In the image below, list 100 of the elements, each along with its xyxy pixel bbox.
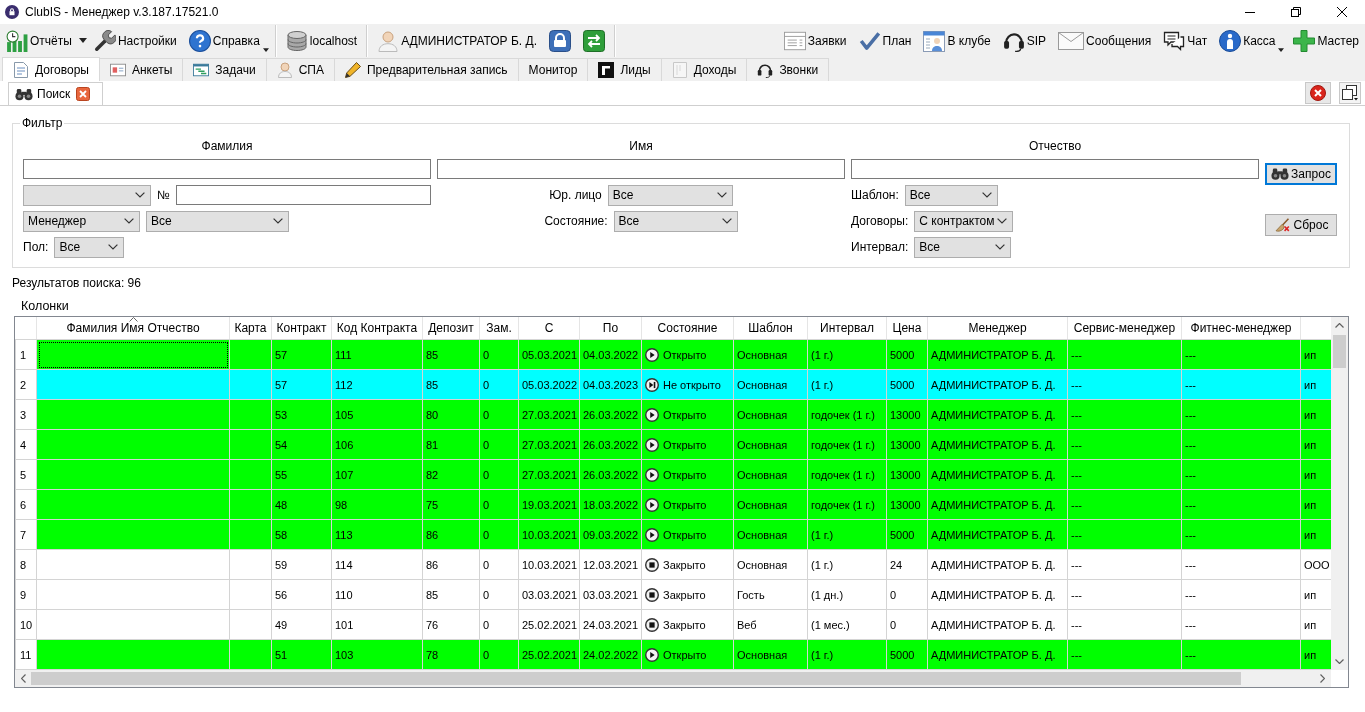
column-header[interactable]: Менеджер — [927, 317, 1068, 340]
table-cell[interactable] — [36, 339, 230, 370]
toolbar-button[interactable]: Сообщения — [1054, 25, 1156, 56]
action-button[interactable]: Запрос — [1265, 163, 1337, 185]
toolbar-button[interactable]: localhost — [281, 25, 362, 56]
table-row[interactable]: 4 54 106 81 0 27.03.2021 26.03.2022 Открыто Основная годочек (1 г.) 13000 АДМИНИСТРАТОР Б. Д. --- --- ип — [15, 429, 1331, 460]
dropdown[interactable]: С контрактом — [914, 210, 1014, 232]
close-icon[interactable] — [76, 87, 91, 101]
table-row[interactable]: 8 59 114 86 0 10.03.2021 12.03.2021 Закрыто Основная (1 г.) 24 АДМИНИСТРАТОР Б. Д. --- --- ООО — [15, 549, 1331, 580]
table-row[interactable]: 5 55 107 82 0 27.03.2021 26.03.2022 Открыто Основная годочек (1 г.) 13000 АДМИНИСТРАТОР Б. Д. --- --- ип — [15, 459, 1331, 490]
table-cell[interactable] — [36, 459, 230, 490]
status-text: Закрыто — [663, 618, 706, 631]
table-row[interactable]: 1 57 111 85 0 05.03.2021 04.03.2022 Открыто Основная (1 г.) 5000 АДМИНИСТРАТОР Б. Д. --- --- ип — [15, 339, 1331, 370]
table-row[interactable]: 2 57 112 85 0 05.03.2022 04.03.2023 Не открыто Основная (1 г.) 5000 АДМИНИСТРАТОР Б. Д. --- --- ип — [15, 369, 1331, 400]
table-cell[interactable] — [36, 609, 230, 640]
dropdown[interactable]: Все — [607, 184, 733, 206]
column-header[interactable]: Зам. — [479, 317, 519, 340]
dropdown[interactable]: Все — [613, 210, 738, 232]
toolbar-button[interactable]: АДМИНИСТРАТОР Б. Д. — [373, 25, 541, 56]
toolbar-button[interactable]: В клубе — [919, 25, 995, 56]
headset-icon — [757, 62, 774, 78]
text-field[interactable] — [23, 159, 431, 179]
column-header[interactable]: Шаблон — [733, 317, 808, 340]
column-header[interactable]: С — [518, 317, 580, 340]
window-menu-button[interactable] — [1339, 82, 1361, 104]
play-icon — [645, 527, 659, 542]
table-cell: 0 — [479, 459, 519, 490]
table-row[interactable]: 9 56 110 85 0 03.03.2021 03.03.2021 Закрыто Гость (1 дн.) 0 АДМИНИСТРАТОР Б. Д. --- --- ип — [15, 579, 1331, 610]
table-cell: 09.03.2022 — [579, 519, 642, 550]
table-row[interactable]: 11 51 103 78 0 25.02.2021 24.02.2022 Открыто Основная (1 г.) 5000 АДМИНИСТРАТОР Б. Д. --- --- ип — [15, 639, 1331, 670]
tab[interactable]: Поиск — [8, 82, 104, 105]
field-label: Состояние: — [544, 214, 608, 228]
chevron-right-icon[interactable] — [1320, 674, 1325, 683]
dropdown[interactable]: Все — [904, 184, 998, 206]
dropdown[interactable]: Все — [146, 210, 289, 232]
text-field[interactable] — [175, 185, 431, 205]
toolbar-button[interactable]: Чат — [1159, 25, 1212, 56]
scrollbar-thumb[interactable] — [31, 672, 1241, 685]
column-header[interactable]: Контракт — [271, 317, 332, 340]
toolbar-button[interactable]: Заявки — [779, 25, 851, 56]
table-cell: АДМИНИСТРАТОР Б. Д. — [927, 489, 1068, 520]
field-label: № — [157, 188, 170, 202]
column-header[interactable]: Депозит — [422, 317, 480, 340]
text-field[interactable] — [851, 159, 1259, 179]
tab[interactable]: Лиды — [587, 58, 662, 81]
close-button[interactable] — [1305, 82, 1331, 104]
column-header[interactable]: Фитнес-менеджер — [1181, 317, 1301, 340]
dropdown[interactable] — [23, 184, 151, 206]
table-cell[interactable] — [36, 549, 230, 580]
table-cell[interactable] — [36, 519, 230, 550]
tab[interactable]: Договоры — [2, 57, 100, 81]
dropdown[interactable]: Все — [914, 236, 1012, 258]
table-row[interactable]: 7 58 113 86 0 10.03.2021 09.03.2022 Открыто Основная (1 г.) 5000 АДМИНИСТРАТОР Б. Д. --- --- ип — [15, 519, 1331, 550]
table-cell[interactable] — [36, 639, 230, 670]
chevron-left-icon[interactable] — [21, 674, 26, 683]
action-button[interactable]: Сброс — [1265, 214, 1337, 236]
column-header[interactable]: Цена — [886, 317, 928, 340]
row-number: 2 — [15, 369, 37, 400]
tab[interactable]: Доходы — [660, 58, 748, 81]
table-cell[interactable] — [36, 369, 230, 400]
toolbar-button[interactable]: Отчёты — [2, 25, 76, 56]
toolbar-button[interactable]: План — [854, 25, 916, 56]
column-header[interactable]: Фамилия Имя Отчество — [36, 317, 230, 340]
table-cell: 57 — [271, 339, 332, 370]
tab[interactable]: СПА — [265, 58, 335, 81]
column-header[interactable]: Карта — [229, 317, 272, 340]
table-row[interactable]: 10 49 101 76 0 25.02.2021 24.03.2021 Закрыто Веб (1 мес.) 0 АДМИНИСТРАТОР Б. Д. --- --- ип — [15, 609, 1331, 640]
dropdown[interactable]: Все — [54, 236, 125, 258]
table-cell: 24.02.2022 — [579, 639, 642, 670]
table-row[interactable]: 3 53 105 80 0 27.03.2021 26.03.2022 Открыто Основная годочек (1 г.) 13000 АДМИНИСТРАТОР Б. Д. --- --- ип — [15, 399, 1331, 430]
column-header[interactable]: Сервис-менеджер — [1067, 317, 1182, 340]
table-cell[interactable] — [36, 489, 230, 520]
toolbar-button[interactable]: SIP — [998, 25, 1051, 56]
person-icon — [276, 62, 293, 78]
scrollbar-thumb[interactable] — [1333, 335, 1346, 368]
toolbar-button[interactable]: Касса — [1215, 25, 1286, 56]
column-header[interactable]: Код Контракта — [331, 317, 423, 340]
column-header[interactable]: По — [579, 317, 642, 340]
text-field[interactable] — [437, 159, 845, 179]
horizontal-scrollbar[interactable] — [15, 670, 1331, 687]
table-cell[interactable] — [36, 399, 230, 430]
tab[interactable]: Звонки — [746, 58, 830, 81]
table-cell[interactable] — [36, 579, 230, 610]
minimize-icon — [1245, 11, 1255, 13]
table-cell: 48 — [271, 489, 332, 520]
dropdown[interactable]: Менеджер — [23, 210, 140, 232]
table-row[interactable]: 6 48 98 75 0 19.03.2021 18.03.2022 Открыто Основная годочек (1 г.) 13000 АДМИНИСТРАТОР Б. Д. --- --- ип — [15, 489, 1331, 520]
table-cell[interactable] — [36, 429, 230, 460]
chevron-down-icon[interactable] — [1335, 659, 1344, 664]
toolbar-button[interactable]: Мастер — [1289, 25, 1363, 56]
column-header[interactable]: Состояние — [641, 317, 734, 340]
table-cell: 112 — [331, 369, 423, 400]
tab[interactable]: Предварительная запись — [333, 58, 519, 81]
vertical-scrollbar[interactable] — [1331, 317, 1348, 670]
toolbar-button[interactable]: Справка — [184, 25, 270, 56]
column-header[interactable]: Интервал — [807, 317, 887, 340]
chevron-up-icon[interactable] — [1335, 323, 1344, 328]
row-number: 9 — [15, 579, 37, 610]
table-cell: --- — [1067, 639, 1182, 670]
toolbar-button[interactable]: Настройки — [89, 25, 181, 56]
